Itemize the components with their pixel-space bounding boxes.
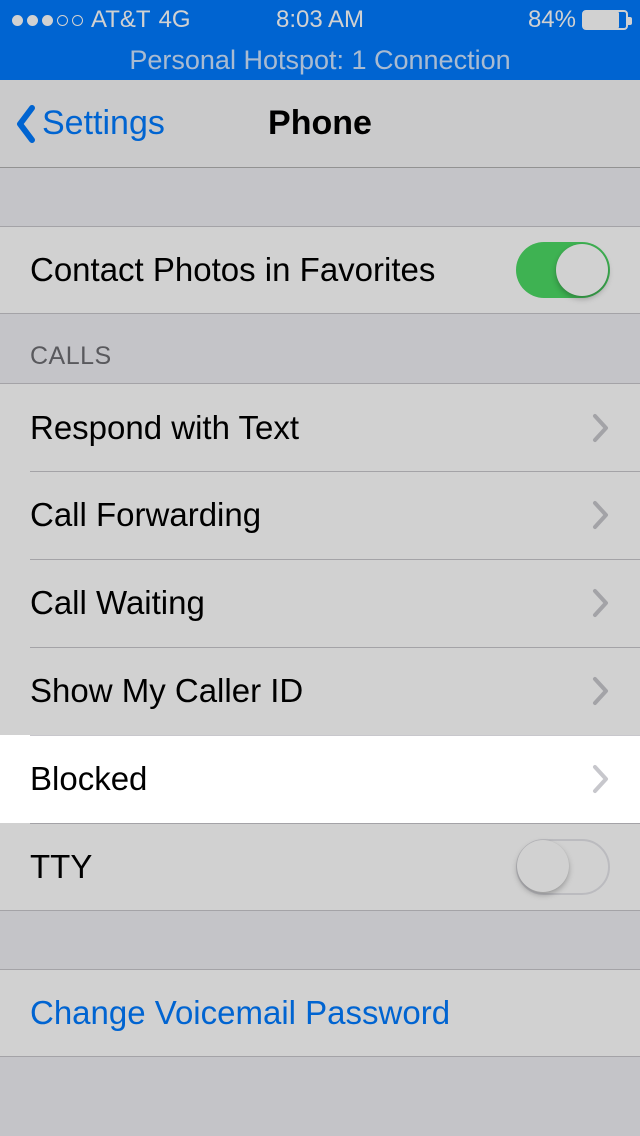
clock-label: 8:03 AM <box>0 6 640 34</box>
battery-icon <box>582 10 628 30</box>
row-blocked[interactable]: Blocked <box>0 735 640 823</box>
chevron-left-icon <box>14 104 38 144</box>
chevron-right-icon <box>592 676 610 706</box>
chevron-right-icon <box>592 413 610 443</box>
row-contact-photos: Contact Photos in Favorites <box>0 226 640 314</box>
row-label: Call Waiting <box>30 584 592 622</box>
row-label: Change Voicemail Password <box>30 994 610 1032</box>
nav-bar: Settings Phone <box>0 80 640 168</box>
back-label: Settings <box>42 104 165 143</box>
row-tty: TTY <box>0 823 640 911</box>
chevron-right-icon <box>592 500 610 530</box>
row-label: Blocked <box>30 760 592 798</box>
status-bar: AT&T 4G 8:03 AM 84% <box>0 0 640 40</box>
section-header-calls: CALLS <box>0 314 640 383</box>
row-show-caller-id[interactable]: Show My Caller ID <box>0 647 640 735</box>
row-change-voicemail-password[interactable]: Change Voicemail Password <box>0 969 640 1057</box>
back-button[interactable]: Settings <box>0 104 165 144</box>
chevron-right-icon <box>592 588 610 618</box>
row-call-forwarding[interactable]: Call Forwarding <box>0 471 640 559</box>
row-label: Respond with Text <box>30 409 592 447</box>
toggle-contact-photos[interactable] <box>516 242 610 298</box>
row-respond-with-text[interactable]: Respond with Text <box>0 383 640 471</box>
row-label: TTY <box>30 848 516 886</box>
chevron-right-icon <box>592 764 610 794</box>
row-label: Call Forwarding <box>30 496 592 534</box>
toggle-tty[interactable] <box>516 839 610 895</box>
hotspot-bar[interactable]: Personal Hotspot: 1 Connection <box>0 40 640 80</box>
row-label: Contact Photos in Favorites <box>30 251 516 289</box>
row-label: Show My Caller ID <box>30 672 592 710</box>
row-call-waiting[interactable]: Call Waiting <box>0 559 640 647</box>
